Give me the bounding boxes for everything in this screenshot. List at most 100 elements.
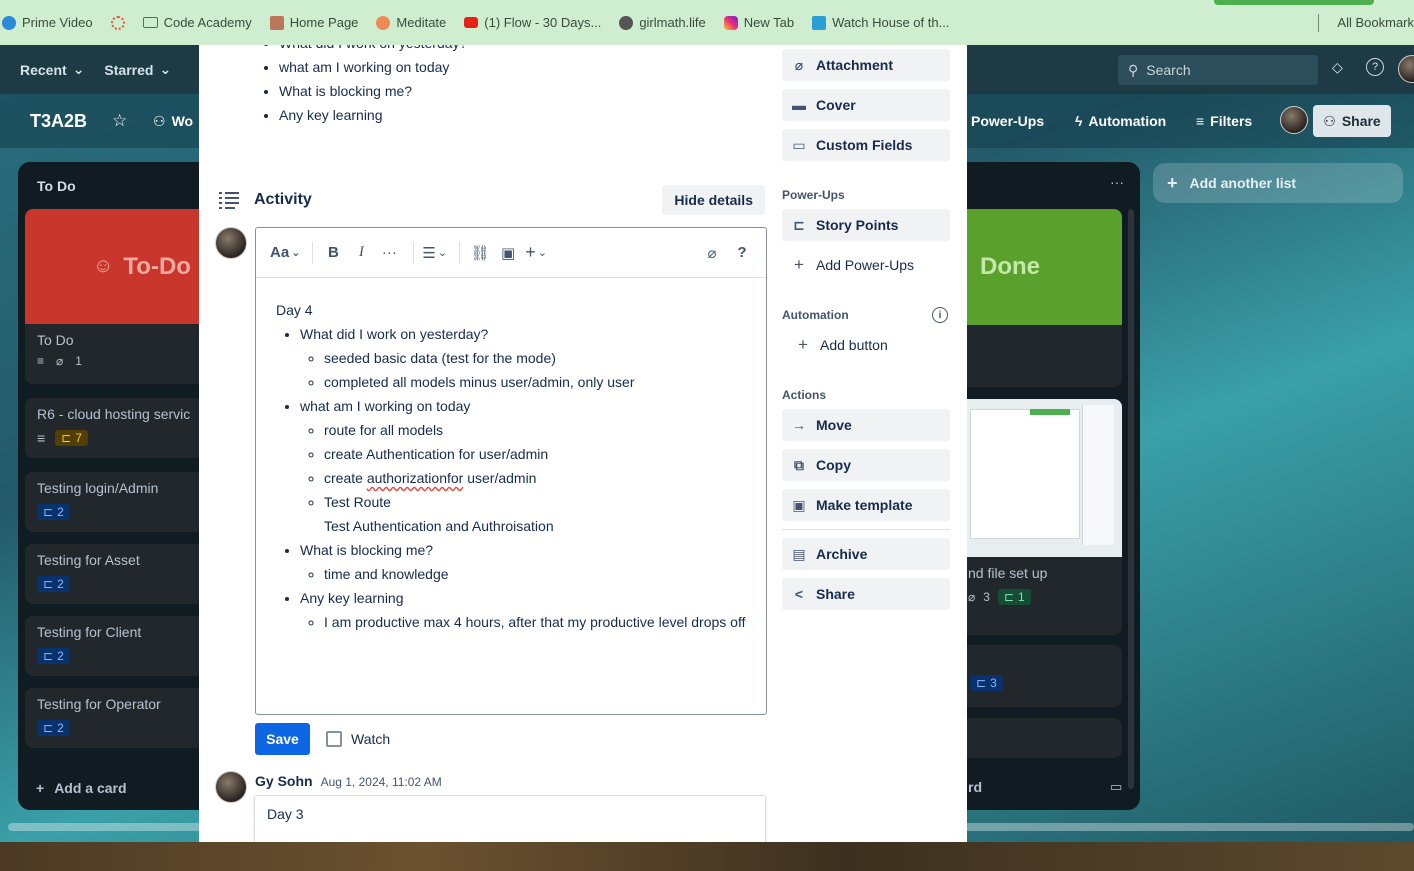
watch-checkbox[interactable] bbox=[326, 731, 342, 747]
comment-author[interactable]: Gy Sohn bbox=[255, 773, 313, 789]
notifications-icon[interactable]: ◇ bbox=[1332, 59, 1343, 76]
editor-content[interactable]: Day 4 What did I work on yesterday? seed… bbox=[256, 278, 766, 654]
bookmark-prime-video[interactable]: Prime Video bbox=[2, 15, 93, 30]
make-template-button[interactable]: ▣ Make template bbox=[782, 489, 950, 521]
add-power-ups-button[interactable]: + Add Power-Ups bbox=[782, 249, 914, 281]
archive-icon: ▤ bbox=[792, 545, 806, 562]
prime-video-icon bbox=[2, 15, 16, 30]
hide-details-button[interactable]: Hide details bbox=[662, 185, 765, 215]
custom-fields-button[interactable]: ▭ Custom Fields bbox=[782, 129, 950, 161]
list-title[interactable]: To Do bbox=[37, 178, 76, 194]
paperclip-icon: ⌀ bbox=[794, 56, 804, 73]
save-button[interactable]: Save bbox=[255, 723, 310, 755]
share-card-button[interactable]: < Share bbox=[782, 578, 950, 610]
custom-fields-icon: ▭ bbox=[792, 136, 806, 153]
help-icon[interactable]: ? bbox=[1366, 58, 1384, 76]
search-icon: ⚲ bbox=[1128, 61, 1139, 78]
description-bullets: What did I work on yesterday? what am I … bbox=[261, 45, 467, 127]
plus-icon: + bbox=[36, 780, 45, 796]
more-formatting-button[interactable]: ··· bbox=[377, 239, 401, 267]
list-item: completed all models minus user/admin, o… bbox=[324, 370, 746, 394]
list-item: What did I work on yesterday? seeded bas… bbox=[300, 322, 746, 394]
bookmark-code-academy[interactable]: Code Academy bbox=[142, 15, 252, 30]
spinner-icon bbox=[110, 15, 125, 30]
help-button[interactable]: ? bbox=[730, 239, 754, 267]
attach-button[interactable]: ⌀ bbox=[700, 239, 724, 267]
comment-editor[interactable]: Aa⌄ B I ··· ☰⌄ ⛓ ▣ +⌄ ⌀ ? Day 4 What did… bbox=[255, 227, 767, 715]
star-icon[interactable]: ☆ bbox=[112, 111, 127, 131]
info-icon[interactable]: i bbox=[932, 307, 948, 323]
comment-date[interactable]: Aug 1, 2024, 11:02 AM bbox=[321, 775, 442, 789]
add-another-list-button[interactable]: + Add another list bbox=[1153, 163, 1403, 203]
story-points-badge: ⊏ 7 bbox=[55, 430, 88, 446]
misspelled-word: authorizationfor bbox=[366, 470, 464, 486]
add-card-partial[interactable]: rd bbox=[968, 779, 982, 795]
image-button[interactable]: ▣ bbox=[496, 239, 520, 267]
card-file-set-up[interactable]: nd file set up ⌀ 3 ⊏ 1 bbox=[960, 399, 1122, 635]
card-cover-screenshot bbox=[960, 399, 1122, 557]
bookmark-house[interactable]: Watch House of th... bbox=[812, 15, 949, 30]
link-button[interactable]: ⛓ bbox=[468, 239, 492, 267]
standup-list: What did I work on yesterday? seeded bas… bbox=[300, 322, 746, 634]
card-partial[interactable] bbox=[960, 325, 1122, 387]
story-points-icon: ⊏ bbox=[793, 216, 805, 233]
list-menu-icon[interactable]: ··· bbox=[1110, 174, 1124, 190]
instagram-icon bbox=[723, 15, 738, 30]
list-scrollbar[interactable] bbox=[1128, 209, 1134, 789]
power-ups-button[interactable]: Power-Ups bbox=[971, 113, 1044, 129]
italic-button[interactable]: I bbox=[349, 239, 373, 267]
bookmark-spinner[interactable] bbox=[110, 15, 125, 30]
points-icon: ⊏ bbox=[976, 676, 987, 690]
bookmark-home-page[interactable]: Home Page bbox=[269, 15, 358, 30]
automation-label: Automation bbox=[782, 308, 849, 322]
activity-icon bbox=[219, 191, 241, 209]
link-icon: ⛓ bbox=[470, 244, 490, 262]
globe-icon bbox=[619, 15, 634, 30]
template-icon[interactable]: ▭ bbox=[1110, 779, 1122, 795]
bookmark-meditate[interactable]: Meditate bbox=[376, 15, 446, 30]
cover-button[interactable]: ▬ Cover bbox=[782, 89, 950, 121]
bold-button[interactable]: B bbox=[321, 239, 345, 267]
current-user-avatar bbox=[215, 227, 247, 259]
bookmark-flow[interactable]: (1) Flow - 30 Days... bbox=[464, 15, 601, 30]
automation-button[interactable]: ϟ Automation bbox=[1075, 113, 1166, 129]
list-item: Any key learning I am productive max 4 h… bbox=[300, 586, 746, 634]
recent-menu[interactable]: Recent ⌄ bbox=[20, 61, 84, 78]
chevron-down-icon: ⌄ bbox=[72, 61, 85, 77]
text-style-button[interactable]: Aa ⌄ bbox=[270, 239, 300, 267]
story-points-button[interactable]: ⊏ Story Points bbox=[782, 209, 950, 241]
board-title[interactable]: T3A2B bbox=[30, 111, 87, 132]
watch-toggle[interactable]: Watch bbox=[326, 731, 390, 747]
filters-button[interactable]: ≡ Filters bbox=[1196, 113, 1252, 129]
description-icon: ≡ bbox=[37, 430, 46, 446]
share-board-button[interactable]: ⚇ Share bbox=[1313, 105, 1391, 137]
list-item: I am productive max 4 hours, after that … bbox=[324, 610, 746, 634]
workspace-visibility[interactable]: ⚇ Wo bbox=[153, 113, 193, 130]
all-bookmarks[interactable]: All Bookmark bbox=[1331, 15, 1414, 30]
points-icon: ⊏ bbox=[61, 431, 72, 445]
points-icon: ⊏ bbox=[1003, 590, 1014, 604]
bookmark-girlmath[interactable]: girlmath.life bbox=[619, 15, 706, 30]
points-icon: ⊏ bbox=[43, 649, 54, 663]
done-cover-card[interactable]: Done bbox=[960, 209, 1122, 325]
copy-button[interactable]: ⧉ Copy bbox=[782, 449, 950, 481]
member-avatar[interactable] bbox=[1280, 106, 1308, 134]
search-input[interactable]: ⚲ Search bbox=[1118, 55, 1318, 85]
add-card-button[interactable]: + Add a card bbox=[36, 780, 127, 796]
bookmark-new-tab[interactable]: New Tab bbox=[723, 15, 794, 30]
folder-icon bbox=[142, 17, 158, 28]
chevron-down-icon: ⌄ bbox=[291, 247, 301, 259]
add-button-button[interactable]: + Add button bbox=[782, 329, 888, 361]
card-partial-3[interactable] bbox=[960, 718, 1122, 758]
card-partial-2[interactable]: ⊏ 3 bbox=[960, 645, 1122, 707]
archive-button[interactable]: ▤ Archive bbox=[782, 538, 950, 570]
attachment-button[interactable]: ⌀ Attachment bbox=[782, 49, 950, 81]
move-button[interactable]: → Move bbox=[782, 409, 950, 441]
list-item: time and knowledge bbox=[324, 562, 746, 586]
insert-button[interactable]: + ⌄ bbox=[524, 239, 548, 267]
comment-meta: Gy Sohn Aug 1, 2024, 11:02 AM bbox=[255, 773, 442, 789]
user-avatar[interactable] bbox=[1398, 55, 1414, 83]
starred-menu[interactable]: Starred ⌄ bbox=[104, 61, 171, 78]
list-button[interactable]: ☰ ⌄ bbox=[422, 239, 447, 267]
browser-indicator bbox=[1214, 0, 1374, 5]
